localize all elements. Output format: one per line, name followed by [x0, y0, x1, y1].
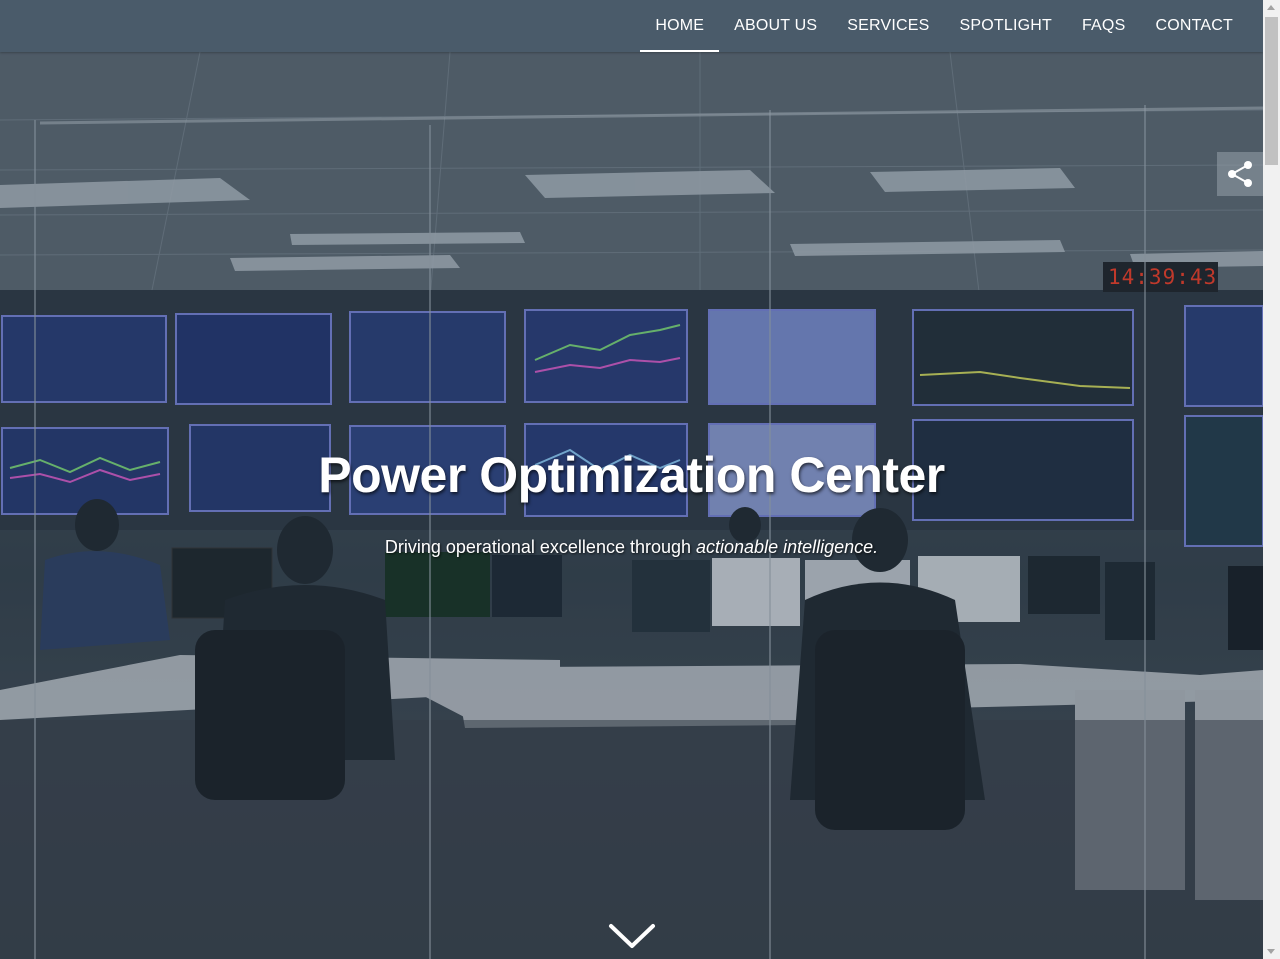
nav-item-label: FAQS: [1081, 17, 1126, 34]
hero-title: Power Optimization Center: [318, 447, 945, 503]
nav-menu: HOME ABOUT US SERVICES SPOTLIGHT FAQS CO…: [640, 0, 1248, 52]
scroll-down-arrow-icon[interactable]: [1267, 949, 1275, 954]
nav-item-label: CONTACT: [1155, 17, 1233, 34]
nav-item-contact[interactable]: CONTACT: [1140, 0, 1248, 52]
share-button[interactable]: [1217, 152, 1263, 196]
chevron-down-icon: [609, 924, 655, 948]
share-icon: [1228, 161, 1252, 187]
nav-item-label: SERVICES: [847, 17, 930, 34]
hero-subtitle: Driving operational excellence through a…: [0, 537, 1263, 558]
nav-item-spotlight[interactable]: SPOTLIGHT: [944, 0, 1066, 52]
nav-item-label: SPOTLIGHT: [959, 17, 1052, 34]
nav-item-home[interactable]: HOME: [640, 0, 719, 52]
nav-item-label: HOME: [655, 17, 705, 34]
vertical-scrollbar[interactable]: [1263, 0, 1280, 959]
scroll-up-arrow-icon[interactable]: [1267, 5, 1275, 10]
scrollbar-thumb[interactable]: [1265, 17, 1278, 165]
top-navbar: HOME ABOUT US SERVICES SPOTLIGHT FAQS CO…: [0, 0, 1263, 52]
page: 14:39:43 HOME ABOUT US SERVICES SPOTLIGH…: [0, 0, 1280, 959]
scroll-down-button[interactable]: [608, 922, 656, 950]
hero-subtitle-text: Driving operational excellence through: [384, 537, 697, 557]
nav-item-faqs[interactable]: FAQS: [1067, 0, 1140, 52]
wall-clock-readout: 14:39:43: [1108, 265, 1218, 289]
nav-item-services[interactable]: SERVICES: [832, 0, 944, 52]
nav-item-about-us[interactable]: ABOUT US: [719, 0, 832, 52]
nav-item-label: ABOUT US: [734, 17, 818, 34]
hero-subtitle-emphasis: actionable intelligence.: [696, 537, 879, 557]
